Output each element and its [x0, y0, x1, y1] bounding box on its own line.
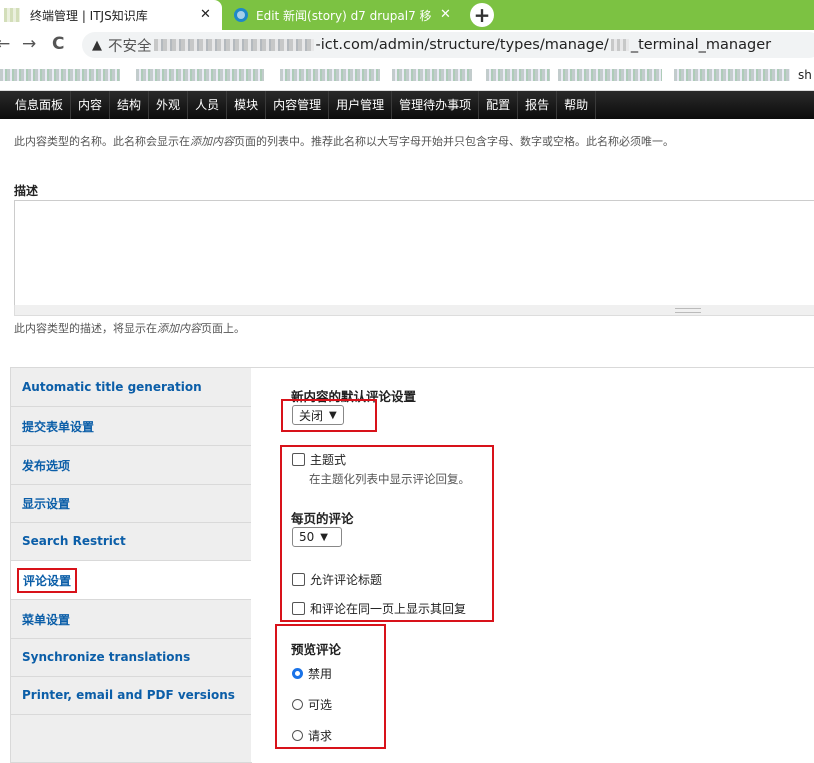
admin-menu-content-management[interactable]: 内容管理 — [266, 91, 330, 119]
vtab-menu-settings[interactable]: 菜单设置 — [11, 600, 251, 639]
vtab-synchronize-translations[interactable]: Synchronize translations — [11, 638, 251, 677]
textarea-resize-grip[interactable] — [14, 305, 814, 316]
browser-tab-inactive[interactable]: Edit 新闻(story) d7 drupal7 移 ✕ — [228, 0, 464, 30]
vtab-automatic-title[interactable]: Automatic title generation — [11, 368, 251, 407]
vtab-comment-settings[interactable]: 评论设置 — [11, 561, 251, 600]
admin-menu-dashboard[interactable]: 信息面板 — [8, 91, 72, 119]
browser-tab-strip: 终端管理 | ITJS知识库 ✕ Edit 新闻(story) d7 drupa… — [0, 0, 814, 30]
admin-menu-structure[interactable]: 结构 — [110, 91, 150, 119]
admin-menu-help[interactable]: 帮助 — [557, 91, 597, 119]
tab-close-icon[interactable]: ✕ — [200, 7, 211, 22]
admin-menu-config[interactable]: 配置 — [479, 91, 519, 119]
name-field-description: 此内容类型的名称。此名称会显示在添加内容页面的列表中。推荐此名称以大写字母开始并… — [14, 135, 674, 148]
drupal-favicon-icon — [234, 8, 248, 22]
insecure-label: 不安全 — [108, 38, 152, 55]
bookmark-item-label[interactable]: sh — [798, 68, 812, 82]
redacted-host — [153, 39, 314, 51]
browser-tab-active[interactable]: 终端管理 | ITJS知识库 ✕ — [0, 0, 222, 30]
back-icon[interactable]: ← — [0, 34, 10, 54]
favicon-icon — [4, 8, 20, 22]
annotation-box — [275, 624, 386, 749]
description-help: 此内容类型的描述，将显示在添加内容页面上。 — [14, 322, 245, 335]
redacted-segment — [610, 39, 629, 51]
tab-title: Edit 新闻(story) d7 drupal7 移 — [256, 8, 432, 23]
admin-menu-modules[interactable]: 模块 — [227, 91, 267, 119]
vtab-search-restrict[interactable]: Search Restrict — [11, 522, 251, 561]
bookmark-item[interactable] — [136, 69, 264, 81]
warning-icon[interactable]: ▲ — [92, 38, 102, 53]
new-tab-button[interactable]: + — [470, 3, 494, 27]
bookmark-item[interactable] — [280, 69, 380, 81]
vtab-publishing-options[interactable]: 发布选项 — [11, 446, 251, 485]
bookmark-item[interactable] — [392, 69, 472, 81]
description-textarea[interactable] — [14, 200, 814, 306]
annotation-box — [280, 445, 494, 622]
address-bar[interactable]: ▲ 不安全 -ict.com/admin/structure/types/man… — [82, 32, 814, 58]
bookmark-item[interactable] — [486, 69, 550, 81]
vtab-submission-form[interactable]: 提交表单设置 — [11, 407, 251, 446]
tab-title: 终端管理 | ITJS知识库 — [30, 8, 148, 23]
vtab-display-settings[interactable]: 显示设置 — [11, 484, 251, 523]
vertical-tabs: Automatic title generation 提交表单设置 发布选项 显… — [10, 367, 252, 763]
description-label: 描述 — [14, 184, 39, 198]
url-text: -ict.com/admin/structure/types/manage/ — [315, 37, 609, 53]
bookmark-item[interactable] — [558, 69, 662, 81]
bookmarks-bar: sh — [0, 60, 814, 91]
bookmark-item[interactable] — [0, 69, 120, 81]
reload-icon[interactable]: C — [52, 34, 64, 54]
admin-menu: 信息面板 内容 结构 外观 人员 模块 内容管理 用户管理 管理待办事项 配置 … — [0, 91, 814, 119]
bookmark-item[interactable] — [674, 69, 790, 81]
admin-menu-user-management[interactable]: 用户管理 — [329, 91, 393, 119]
tab-close-icon[interactable]: ✕ — [440, 7, 451, 22]
vtab-printer-email-pdf[interactable]: Printer, email and PDF versions — [11, 676, 251, 715]
admin-menu-reports[interactable]: 报告 — [518, 91, 558, 119]
annotation-box — [281, 399, 377, 432]
admin-menu-content[interactable]: 内容 — [71, 91, 111, 119]
admin-menu-people[interactable]: 人员 — [188, 91, 228, 119]
url-tail: _terminal_manager — [630, 37, 772, 53]
admin-menu-todo[interactable]: 管理待办事项 — [392, 91, 480, 119]
forward-icon[interactable]: → — [22, 34, 36, 54]
browser-toolbar: ← → C ▲ 不安全 -ict.com/admin/structure/typ… — [0, 30, 814, 60]
admin-menu-appearance[interactable]: 外观 — [149, 91, 189, 119]
